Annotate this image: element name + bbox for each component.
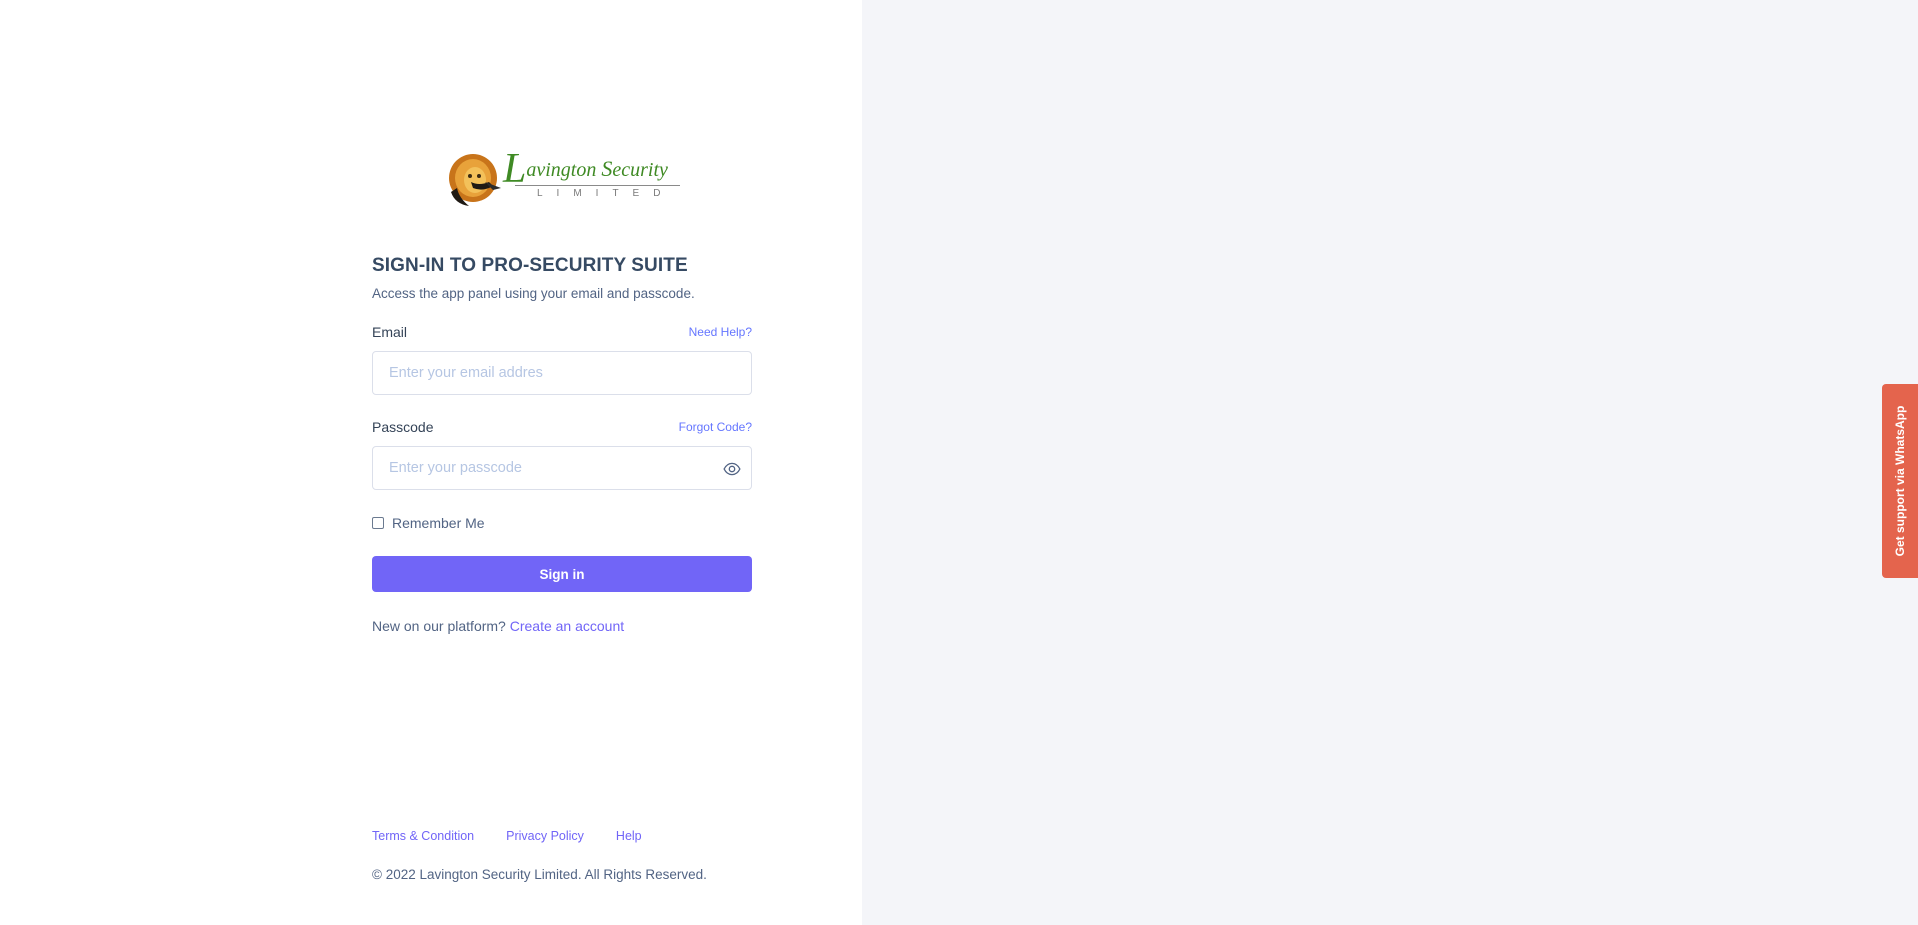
email-input-wrapper — [372, 351, 752, 395]
logo-divider — [515, 185, 680, 186]
privacy-policy-link[interactable]: Privacy Policy — [506, 829, 584, 843]
background-panel — [862, 0, 1918, 925]
signup-prompt: New on our platform? Create an account — [372, 618, 752, 634]
email-label: Email — [372, 324, 408, 340]
login-form: SIGN-IN TO PRO-SECURITY SUITE Access the… — [372, 252, 752, 634]
sign-in-button[interactable]: Sign in — [372, 556, 752, 592]
remember-me-row: Remember Me — [372, 514, 752, 532]
footer-links: Terms & Condition Privacy Policy Help — [372, 829, 674, 843]
terms-link[interactable]: Terms & Condition — [372, 829, 474, 843]
company-logo: Lavington Security LIMITED — [445, 148, 680, 206]
remember-me-checkbox[interactable] — [372, 517, 384, 529]
passcode-field-header: Passcode Forgot Code? — [372, 417, 752, 437]
create-account-link[interactable]: Create an account — [510, 618, 624, 634]
whatsapp-support-label: Get support via WhatsApp — [1893, 405, 1907, 557]
passcode-label: Passcode — [372, 419, 434, 435]
logo-second-initial: S — [601, 156, 613, 181]
help-link[interactable]: Help — [616, 829, 642, 843]
signup-prompt-text: New on our platform? — [372, 618, 506, 634]
logo-name-first: avington — [526, 159, 602, 181]
whatsapp-support-button[interactable]: Get support via WhatsApp — [1882, 384, 1918, 578]
logo-subtitle: LIMITED — [537, 188, 675, 199]
email-field-header: Email Need Help? — [372, 322, 752, 342]
lion-icon — [449, 154, 501, 206]
passcode-input[interactable] — [373, 447, 751, 489]
logo-name-second: ecurity — [612, 159, 668, 181]
need-help-link[interactable]: Need Help? — [689, 325, 752, 339]
eye-icon[interactable] — [723, 460, 741, 478]
passcode-input-wrapper — [372, 446, 752, 490]
login-panel: Lavington Security LIMITED SIGN-IN TO PR… — [0, 0, 862, 925]
forgot-code-link[interactable]: Forgot Code? — [679, 420, 752, 434]
email-input[interactable] — [373, 352, 751, 394]
page-title: SIGN-IN TO PRO-SECURITY SUITE — [372, 255, 688, 276]
login-page: Lavington Security LIMITED SIGN-IN TO PR… — [0, 0, 1918, 925]
copyright-text: © 2022 Lavington Security Limited. All R… — [372, 867, 707, 882]
remember-me-label: Remember Me — [392, 515, 485, 531]
logo-wordmark: Lavington Security — [503, 148, 668, 190]
page-subtitle: Access the app panel using your email an… — [372, 286, 695, 301]
